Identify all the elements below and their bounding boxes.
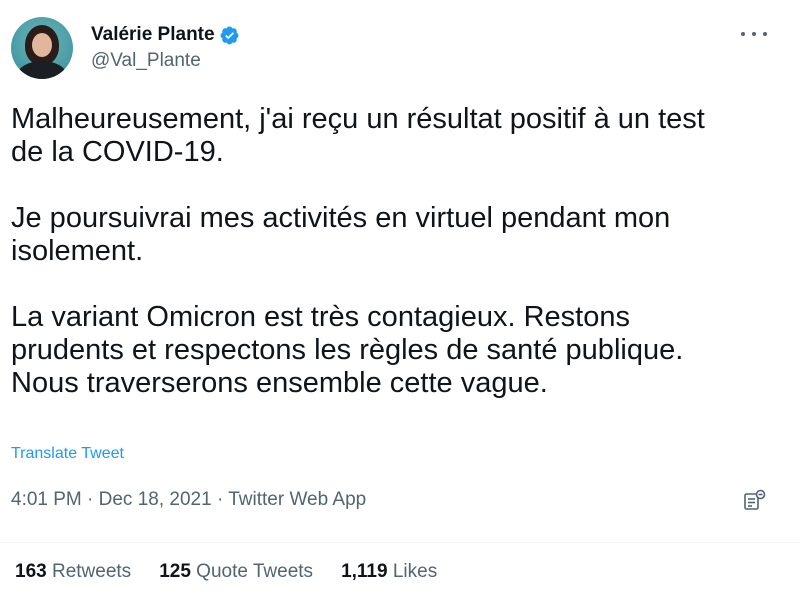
likes-label: Likes	[392, 561, 438, 582]
divider	[0, 542, 800, 543]
tweet-text: Malheureusement, j'ai reçu un résultat p…	[11, 103, 705, 399]
analytics-icon[interactable]	[742, 488, 768, 514]
more-options-icon[interactable]	[741, 24, 767, 44]
dot	[763, 32, 767, 36]
author-name[interactable]: Valérie Plante	[91, 24, 215, 46]
retweets-label: Retweets	[51, 561, 132, 582]
author-handle[interactable]: @Val_Plante	[91, 50, 201, 72]
likes-count: 1,119	[341, 561, 388, 582]
quote-tweets-label: Quote Tweets	[196, 561, 314, 582]
quote-tweets-stat[interactable]: 125 Quote Tweets	[159, 561, 313, 583]
retweets-stat[interactable]: 163 Retweets	[15, 561, 131, 583]
author-name-row: Valérie Plante	[91, 24, 240, 46]
quote-tweets-count: 125	[159, 561, 191, 582]
retweets-count: 163	[15, 561, 47, 582]
avatar[interactable]	[11, 17, 73, 79]
translate-tweet-link[interactable]: Translate Tweet	[11, 445, 124, 463]
engagement-stats: 163 Retweets 125 Quote Tweets 1,119 Like…	[15, 561, 465, 583]
tweet-timestamp[interactable]: 4:01 PM · Dec 18, 2021 · Twitter Web App	[11, 489, 366, 511]
verified-badge-icon	[220, 26, 239, 44]
dot	[752, 32, 756, 36]
avatar-body	[17, 61, 67, 79]
dot	[741, 32, 745, 36]
avatar-face	[32, 33, 52, 57]
likes-stat[interactable]: 1,119 Likes	[341, 561, 437, 583]
